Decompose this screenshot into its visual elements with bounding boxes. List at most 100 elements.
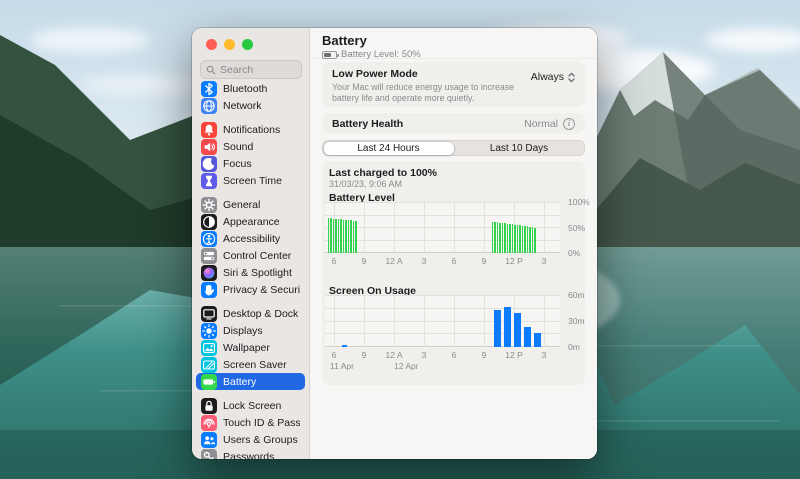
- appearance-icon: [201, 214, 217, 230]
- minimize-window-button[interactable]: [224, 39, 235, 50]
- gridline: [325, 308, 560, 309]
- sidebar-item-network[interactable]: Network: [196, 97, 305, 114]
- x-tick-label: 6: [452, 350, 457, 360]
- gridline: [325, 202, 560, 203]
- sidebar-item-lock-screen[interactable]: Lock Screen: [196, 397, 305, 414]
- chart-bar: [345, 220, 347, 254]
- gridline: [484, 202, 485, 253]
- chart-bar: [519, 225, 521, 253]
- sidebar-item-general[interactable]: General: [196, 196, 305, 213]
- y-tick-label: 60m: [568, 290, 585, 300]
- chart-bar: [342, 345, 347, 347]
- screen-chart-date-labels: 11 Apr12 Apr: [325, 361, 560, 371]
- hourglass-icon: [201, 173, 217, 189]
- x-tick-label: 3: [542, 350, 547, 360]
- window-controls: [206, 39, 253, 50]
- screen-on-usage-chart: [325, 295, 560, 347]
- last-charged-title: Last charged to 100%: [329, 167, 437, 179]
- y-tick-label: 0m: [568, 342, 580, 352]
- x-tick-label: 3: [422, 350, 427, 360]
- sidebar-item-privacy-security[interactable]: Privacy & Security: [196, 281, 305, 298]
- chart-bar: [534, 333, 541, 347]
- x-tick-label: 12 P: [505, 350, 523, 360]
- chart-bar: [350, 220, 352, 253]
- sidebar-item-appearance[interactable]: Appearance: [196, 213, 305, 230]
- chart-bar: [335, 219, 337, 254]
- sidebar-item-users-groups[interactable]: Users & Groups: [196, 431, 305, 448]
- gridline: [334, 295, 335, 347]
- sidebar-item-accessibility[interactable]: Accessibility: [196, 230, 305, 247]
- sidebar-item-screen-time[interactable]: Screen Time: [196, 172, 305, 189]
- x-tick-label: 6: [332, 350, 337, 360]
- gridline: [325, 321, 560, 322]
- battery-status-icon: [322, 51, 337, 59]
- x-tick-label: 6: [452, 256, 457, 266]
- chart-bar: [522, 226, 524, 254]
- sun-icon: [201, 323, 217, 339]
- gridline: [424, 202, 425, 253]
- x-tick-label: 12 P: [505, 256, 523, 266]
- sidebar-item-touch-id-password[interactable]: Touch ID & Password: [196, 414, 305, 431]
- sidebar-item-passwords[interactable]: Passwords: [196, 448, 305, 459]
- gridline: [394, 202, 395, 253]
- chart-bar: [529, 227, 531, 254]
- chart-bar: [353, 221, 355, 254]
- chart-bar: [502, 223, 504, 253]
- sidebar-item-control-center[interactable]: Control Center: [196, 247, 305, 264]
- gridline: [325, 295, 560, 296]
- close-window-button[interactable]: [206, 39, 217, 50]
- desktop: Search BluetoothNetwork Notifications Soun…: [0, 0, 800, 479]
- sidebar-item-notifications[interactable]: Notifications: [196, 121, 305, 138]
- sidebar-item-bluetooth[interactable]: Bluetooth: [196, 80, 305, 97]
- search-placeholder: Search: [220, 64, 253, 76]
- chart-bar: [340, 219, 342, 253]
- chart-bar: [330, 218, 332, 253]
- bluetooth-icon: [201, 81, 217, 97]
- sidebar-item-screen-saver[interactable]: Screen Saver: [196, 356, 305, 373]
- chart-bar: [328, 218, 330, 253]
- lock-icon: [201, 398, 217, 414]
- chart-bar: [524, 327, 531, 347]
- sidebar-item-displays[interactable]: Displays: [196, 322, 305, 339]
- search-icon: [206, 65, 216, 75]
- chart-bar: [512, 224, 514, 253]
- info-icon[interactable]: i: [563, 118, 575, 130]
- y-tick-label: 30m: [568, 316, 585, 326]
- sidebar-item-label: Accessibility: [223, 233, 280, 245]
- battery-health-label: Battery Health: [332, 118, 403, 130]
- sidebar-item-battery[interactable]: Battery: [196, 373, 305, 390]
- sidebar-item-label: Users & Groups: [223, 434, 298, 446]
- sidebar-item-focus[interactable]: Focus: [196, 155, 305, 172]
- search-input[interactable]: Search: [200, 60, 302, 79]
- chevron-up-down-icon: [568, 72, 575, 83]
- x-tick-label: 3: [422, 256, 427, 266]
- low-power-mode-select[interactable]: Always: [531, 71, 575, 83]
- sidebar-item-label: General: [223, 199, 260, 211]
- sidebar-item-label: Displays: [223, 325, 263, 337]
- y-tick-label: 50%: [568, 223, 585, 233]
- chart-bar: [343, 220, 345, 254]
- x-tick-label: 6: [332, 256, 337, 266]
- x-tick-label: 9: [482, 350, 487, 360]
- zoom-window-button[interactable]: [242, 39, 253, 50]
- chart-bar: [494, 310, 501, 347]
- tab-last-24-hours[interactable]: Last 24 Hours: [324, 142, 454, 155]
- sidebar-item-wallpaper[interactable]: Wallpaper: [196, 339, 305, 356]
- x-tick-label: 3: [542, 256, 547, 266]
- chart-bar: [524, 226, 526, 254]
- gridline: [454, 295, 455, 347]
- users-icon: [201, 432, 217, 448]
- charts-card: Last charged to 100% 31/03/23, 9:06 AM B…: [322, 161, 585, 385]
- date-label: 12 Apr: [394, 361, 419, 371]
- y-tick-label: 0%: [568, 248, 580, 258]
- sidebar-item-sound[interactable]: Sound: [196, 138, 305, 155]
- sidebar-item-label: Notifications: [223, 124, 280, 136]
- sidebar-group-gap: [196, 189, 305, 196]
- wallpaper-icon: [201, 340, 217, 356]
- sidebar-item-siri-spotlight[interactable]: Siri & Spotlight: [196, 264, 305, 281]
- chart-bar: [534, 228, 536, 254]
- chart-bar: [504, 307, 511, 347]
- tab-last-10-days[interactable]: Last 10 Days: [454, 141, 584, 155]
- accessibility-icon: [201, 231, 217, 247]
- sidebar-item-desktop-dock[interactable]: Desktop & Dock: [196, 305, 305, 322]
